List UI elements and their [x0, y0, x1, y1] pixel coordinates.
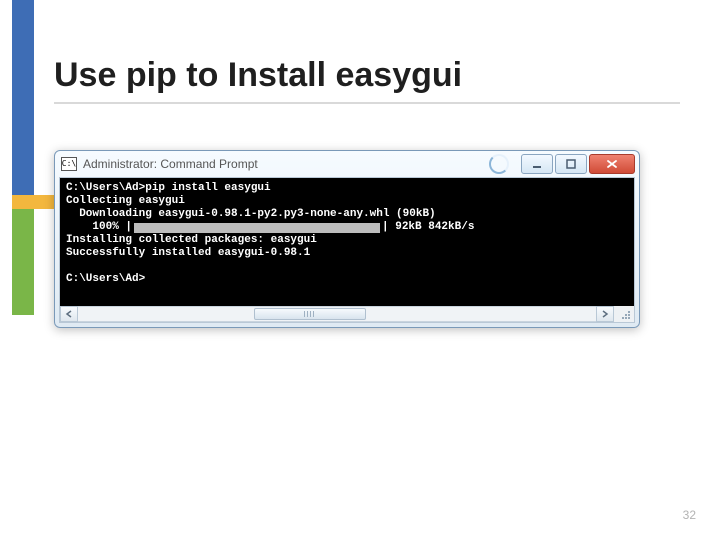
- horizontal-scrollbar[interactable]: [60, 306, 634, 322]
- console-line: Installing collected packages: easygui: [66, 234, 317, 246]
- command-prompt-window: C:\ Administrator: Command Prompt C:\Use…: [54, 150, 640, 328]
- slide-title: Use pip to Install easygui: [54, 56, 680, 95]
- scroll-left-button[interactable]: [60, 306, 78, 322]
- cmd-icon: C:\: [61, 157, 77, 171]
- title-underline: [54, 102, 680, 104]
- window-client-area: C:\Users\Ad>pip install easygui Collecti…: [59, 177, 635, 323]
- window-title: Administrator: Command Prompt: [83, 157, 483, 171]
- console-progress-line: 100% | | 92kB 842kB/s: [66, 221, 474, 234]
- console-line: C:\Users\Ad>pip install easygui: [66, 182, 271, 194]
- busy-spinner-icon: [489, 154, 509, 174]
- console-line: Collecting easygui: [66, 195, 185, 207]
- scroll-thumb[interactable]: [254, 308, 366, 320]
- window-titlebar[interactable]: C:\ Administrator: Command Prompt: [55, 151, 639, 177]
- resize-grip-icon[interactable]: [614, 306, 634, 322]
- accent-bar-blue: [12, 0, 34, 195]
- progress-suffix: | 92kB 842kB/s: [382, 221, 474, 234]
- maximize-button[interactable]: [555, 154, 587, 174]
- progress-prefix: 100% |: [66, 221, 132, 234]
- maximize-icon: [566, 159, 576, 169]
- close-icon: [606, 159, 618, 169]
- console-output: C:\Users\Ad>pip install easygui Collecti…: [60, 178, 634, 306]
- minimize-icon: [532, 159, 542, 169]
- accent-bar-yellow: [12, 195, 56, 209]
- progress-bar: [134, 223, 380, 233]
- console-line: Successfully installed easygui-0.98.1: [66, 247, 310, 259]
- minimize-button[interactable]: [521, 154, 553, 174]
- close-button[interactable]: [589, 154, 635, 174]
- chevron-left-icon: [65, 310, 73, 318]
- accent-bar-green: [12, 195, 34, 315]
- chevron-right-icon: [601, 310, 609, 318]
- console-line: C:\Users\Ad>: [66, 273, 145, 285]
- page-number: 32: [683, 508, 696, 522]
- window-control-buttons: [521, 154, 635, 174]
- console-line: Downloading easygui-0.98.1-py2.py3-none-…: [66, 208, 436, 220]
- scroll-track[interactable]: [78, 306, 596, 322]
- scroll-right-button[interactable]: [596, 306, 614, 322]
